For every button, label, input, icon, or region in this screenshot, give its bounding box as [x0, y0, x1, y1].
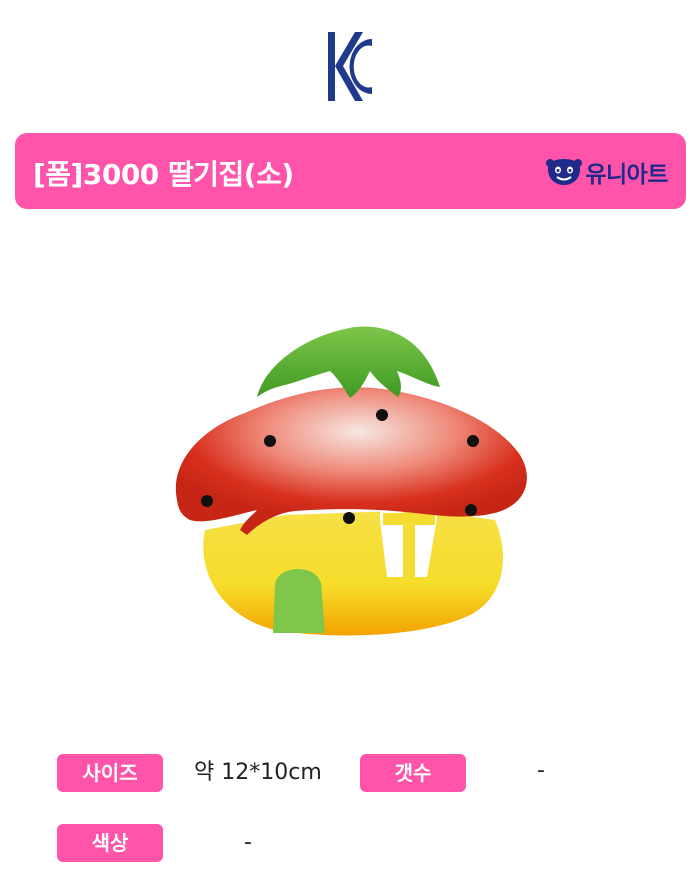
kc-certification-icon — [328, 32, 372, 101]
size-value: 약 12*10cm — [194, 760, 322, 785]
color-label-badge: 색상 — [57, 824, 163, 862]
size-label-badge: 사이즈 — [57, 754, 163, 792]
smiley-character-icon — [546, 159, 583, 185]
product-title-bar: [폼]3000 딸기집(소) 유니아트 — [15, 133, 686, 209]
color-value: - — [244, 830, 252, 855]
product-title: [폼]3000 딸기집(소) — [33, 158, 294, 191]
brand-name: 유니아트 — [585, 162, 668, 188]
count-label-badge: 갯수 — [360, 754, 466, 792]
count-value: - — [537, 758, 545, 783]
brand-logo: 유니아트 — [545, 155, 668, 189]
product-image — [175, 326, 527, 636]
